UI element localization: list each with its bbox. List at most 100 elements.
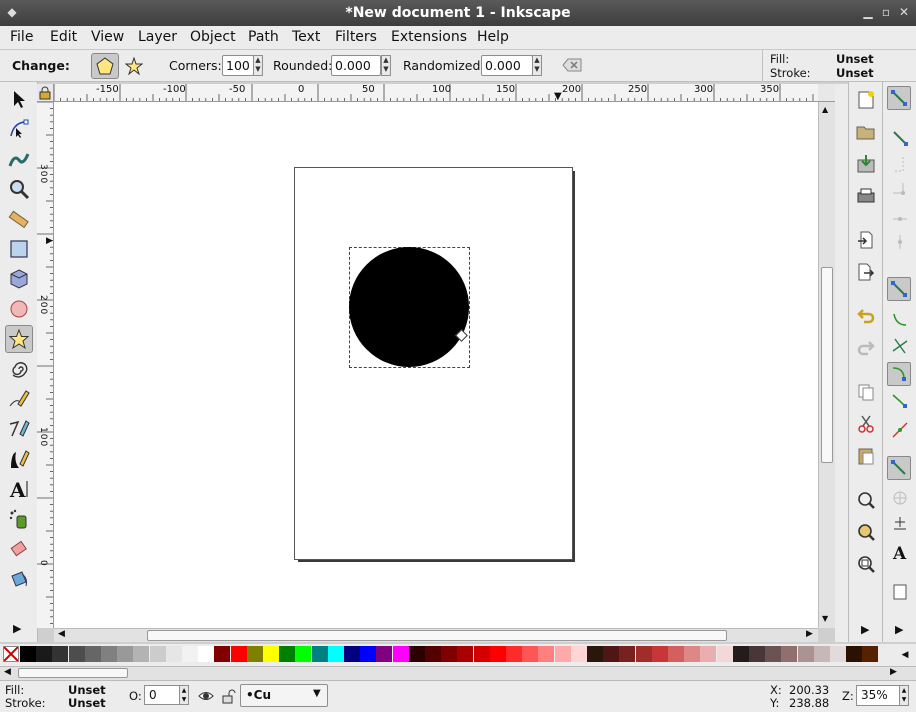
rectangle-tool[interactable] — [5, 235, 33, 263]
color-swatch[interactable] — [716, 646, 733, 662]
color-swatch[interactable] — [182, 646, 198, 662]
layer-selector[interactable]: •Cu ▼ — [240, 684, 328, 707]
tweak-tool[interactable] — [5, 145, 33, 173]
randomized-stepper[interactable]: ▲ ▼ — [532, 55, 542, 76]
measure-tool[interactable] — [5, 205, 33, 233]
snap-smooth-nodes-button[interactable] — [888, 388, 912, 412]
eraser-tool[interactable] — [5, 535, 33, 563]
guide-lock-button[interactable] — [37, 84, 54, 102]
color-swatch[interactable] — [117, 646, 134, 662]
color-swatch[interactable] — [327, 646, 344, 662]
color-swatch[interactable] — [765, 646, 782, 662]
color-swatch[interactable] — [230, 646, 247, 662]
calligraphy-tool[interactable] — [5, 445, 33, 473]
copy-button[interactable] — [854, 380, 878, 404]
selector-tool[interactable] — [5, 85, 33, 113]
color-swatch[interactable] — [781, 646, 798, 662]
paste-button[interactable] — [854, 444, 878, 468]
color-swatch[interactable] — [246, 646, 263, 662]
color-swatch[interactable] — [473, 646, 490, 662]
color-swatch[interactable] — [101, 646, 117, 662]
pen-tool[interactable] — [5, 415, 33, 443]
minimize-button[interactable]: ▁ — [860, 4, 876, 20]
vertical-scrollbar[interactable]: ▲ ▼ — [818, 102, 835, 628]
color-swatch[interactable] — [84, 646, 101, 662]
commands-more-icon[interactable]: ▶ — [861, 623, 869, 636]
pencil-tool[interactable] — [5, 385, 33, 413]
close-button[interactable]: ✕ — [896, 4, 912, 20]
color-swatch[interactable] — [603, 646, 620, 662]
color-swatch[interactable] — [538, 646, 555, 662]
color-swatch[interactable] — [570, 646, 587, 662]
polygon-shape[interactable] — [349, 247, 469, 367]
color-swatch[interactable] — [554, 646, 571, 662]
snap-paths-button[interactable] — [888, 308, 912, 332]
menu-file[interactable]: File — [10, 29, 33, 45]
cut-button[interactable] — [854, 412, 878, 436]
color-swatch[interactable] — [392, 646, 409, 662]
polygon-mode-button[interactable] — [91, 53, 119, 79]
scroll-up-icon[interactable]: ▲ — [822, 105, 828, 114]
scroll-down-icon[interactable]: ▼ — [822, 614, 828, 623]
menu-filters[interactable]: Filters — [335, 29, 377, 45]
star-mode-button[interactable] — [121, 53, 147, 79]
color-swatch[interactable] — [149, 646, 166, 662]
menu-layer[interactable]: Layer — [138, 29, 177, 45]
spray-tool[interactable] — [5, 505, 33, 533]
snap-object-centers-button[interactable] — [888, 486, 912, 510]
star-tool[interactable] — [5, 325, 33, 353]
scroll-left-icon[interactable]: ◀ — [58, 629, 65, 639]
color-swatch[interactable] — [165, 646, 182, 662]
menu-text[interactable]: Text — [292, 29, 320, 45]
paint-bucket-tool[interactable] — [5, 565, 33, 593]
color-swatch[interactable] — [295, 646, 312, 662]
menu-help[interactable]: Help — [477, 29, 509, 45]
menu-object[interactable]: Object — [190, 29, 236, 45]
status-fill-value[interactable]: Unset — [68, 683, 106, 697]
color-swatch[interactable] — [651, 646, 668, 662]
color-swatch[interactable] — [684, 646, 701, 662]
snap-midpoint-button[interactable] — [888, 418, 912, 442]
corners-input[interactable]: 100 — [222, 55, 254, 76]
ellipse-tool[interactable] — [5, 295, 33, 323]
vertical-ruler[interactable]: 300 200 100 0 ▶ — [37, 102, 54, 628]
undo-button[interactable] — [854, 304, 878, 328]
scroll-right-icon[interactable]: ▶ — [806, 629, 813, 639]
zoom-drawing-button[interactable] — [854, 520, 878, 544]
3d-box-tool[interactable] — [5, 265, 33, 293]
snap-rotation-center-button[interactable] — [888, 510, 912, 534]
palette-menu-icon[interactable]: ◀ — [896, 645, 914, 665]
color-swatch[interactable] — [587, 646, 603, 662]
randomized-input[interactable]: 0.000 — [481, 55, 533, 76]
color-swatch[interactable] — [813, 646, 830, 662]
sticky-zoom-button[interactable] — [818, 84, 835, 102]
color-swatch[interactable] — [522, 646, 539, 662]
vertical-scroll-thumb[interactable] — [821, 267, 833, 463]
color-swatch[interactable] — [506, 646, 522, 662]
color-swatch[interactable] — [68, 646, 85, 662]
color-swatch[interactable] — [668, 646, 684, 662]
snap-bbox-button[interactable] — [888, 126, 912, 150]
horizontal-scrollbar[interactable]: ◀ ▶ — [54, 628, 818, 642]
fill-value[interactable]: Unset — [836, 52, 874, 66]
rounded-stepper[interactable]: ▲ ▼ — [381, 55, 391, 76]
status-stroke-value[interactable]: Unset — [68, 696, 106, 710]
color-swatch[interactable] — [360, 646, 377, 662]
palette-scroll-right-icon[interactable]: ▶ — [890, 667, 897, 677]
palette-scroll-thumb[interactable] — [18, 668, 128, 678]
open-button[interactable] — [854, 120, 878, 144]
snap-cusp-nodes-button[interactable] — [887, 362, 911, 386]
no-paint-swatch[interactable] — [3, 646, 19, 662]
color-swatch[interactable] — [489, 646, 506, 662]
zoom-stepper[interactable]: ▲ ▼ — [899, 685, 909, 706]
palette-scrollbar[interactable]: ◀ ▶ — [0, 666, 916, 680]
reset-defaults-button[interactable] — [561, 56, 583, 74]
color-swatch[interactable] — [408, 646, 425, 662]
color-swatch[interactable] — [700, 646, 717, 662]
color-swatch[interactable] — [311, 646, 328, 662]
color-swatch[interactable] — [214, 646, 231, 662]
opacity-input[interactable]: 0 — [144, 685, 180, 705]
snap-bbox-centers-button[interactable] — [888, 230, 912, 254]
layer-visibility-toggle[interactable] — [198, 688, 214, 704]
color-swatch[interactable] — [830, 646, 846, 662]
